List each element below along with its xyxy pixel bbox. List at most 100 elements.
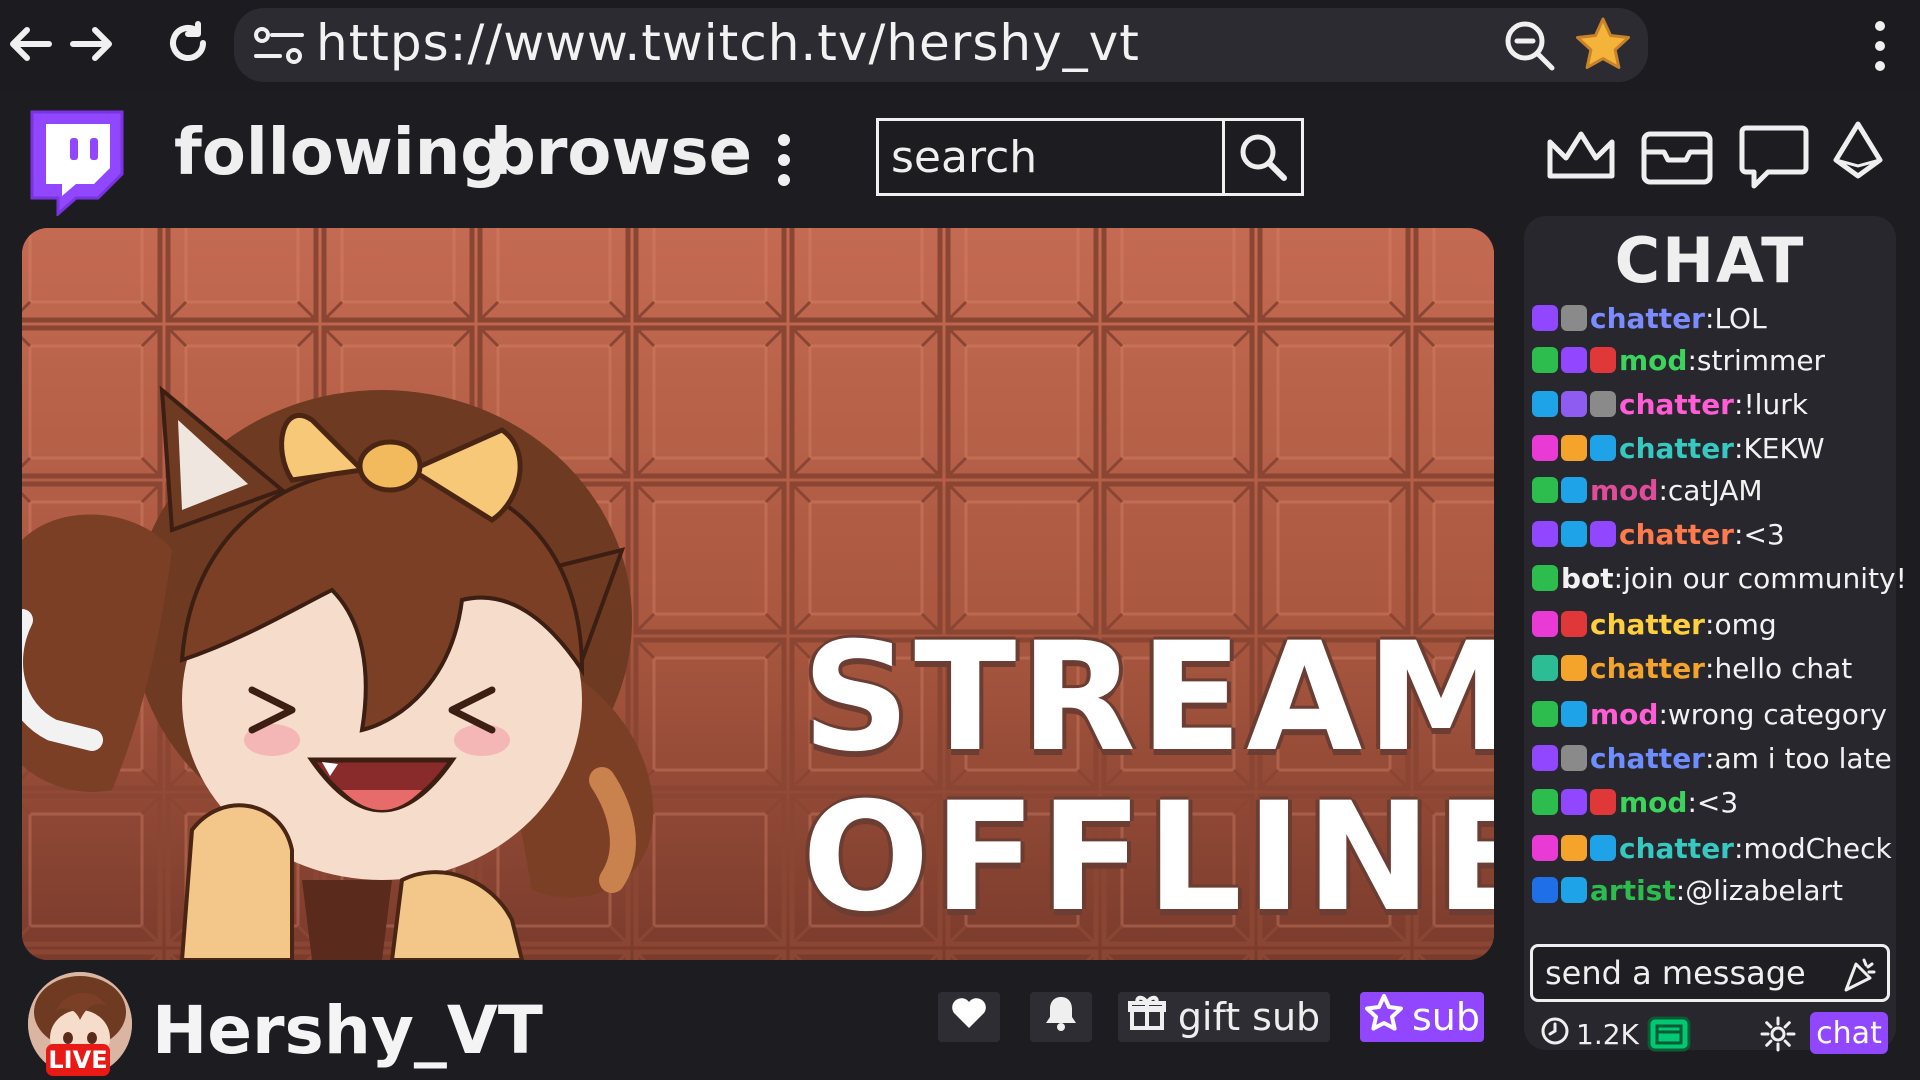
chat-message-text: <3 (1743, 517, 1785, 551)
reload-icon[interactable] (158, 14, 218, 74)
chat-username[interactable]: mod (1590, 474, 1658, 507)
chat-badge-icon[interactable] (1561, 835, 1587, 861)
chat-username[interactable]: chatter (1619, 388, 1734, 421)
bits-icon[interactable] (1830, 118, 1886, 194)
streamer-name[interactable]: Hershy_VT (152, 992, 543, 1069)
chat-badge-icon[interactable] (1561, 435, 1587, 461)
chat-message: mod: wrong category (1532, 694, 1887, 734)
subscribe-button[interactable]: sub (1360, 992, 1484, 1042)
search-icon[interactable] (1225, 121, 1301, 193)
chat-badge-icon[interactable] (1561, 789, 1587, 815)
chat-badge-icon[interactable] (1532, 877, 1558, 903)
chat-message: mod: <3 (1532, 782, 1738, 822)
chat-badge-icon[interactable] (1590, 435, 1616, 461)
bookmark-star-icon[interactable] (1572, 14, 1634, 76)
twitch-logo-icon[interactable] (18, 104, 130, 218)
chat-input[interactable] (1530, 944, 1890, 1002)
chat-badge-icon[interactable] (1532, 391, 1558, 417)
vtuber-character-illustration (22, 385, 654, 960)
chat-separator: : (1705, 651, 1715, 685)
chat-username[interactable]: mod (1590, 698, 1658, 731)
chat-badge-icon[interactable] (1532, 347, 1558, 373)
chat-username[interactable]: chatter (1619, 432, 1734, 465)
chat-badge-icon[interactable] (1561, 877, 1587, 903)
chat-message-text: hello chat (1714, 651, 1853, 685)
chat-badge-icon[interactable] (1532, 611, 1558, 637)
emote-picker-icon[interactable] (1840, 954, 1880, 994)
chat-username[interactable]: mod (1619, 344, 1687, 377)
site-settings-icon[interactable] (252, 26, 308, 66)
star-outline-icon (1364, 993, 1404, 1042)
chat-badge-icon[interactable] (1590, 521, 1616, 547)
chat-username[interactable]: chatter (1619, 832, 1734, 865)
chat-username[interactable]: chatter (1590, 302, 1705, 335)
chat-badge-icon[interactable] (1532, 477, 1558, 503)
url-text[interactable]: https://www.twitch.tv/hershy_vt (316, 14, 1140, 72)
chat-message: chatter: KEKW (1532, 428, 1825, 468)
sub-label: sub (1411, 995, 1480, 1039)
chat-separator: : (1687, 343, 1697, 377)
chat-badge-icon[interactable] (1532, 789, 1558, 815)
viewer-count-value: 1.2K (1576, 1017, 1639, 1051)
chat-badge-icon[interactable] (1590, 347, 1616, 373)
chat-send-button[interactable]: chat (1810, 1012, 1888, 1054)
chat-message: chatter: LOL (1532, 298, 1767, 338)
chat-username[interactable]: chatter (1590, 608, 1705, 641)
chat-username[interactable]: chatter (1590, 742, 1705, 775)
search-input[interactable] (879, 121, 1225, 193)
chat-badge-icon[interactable] (1561, 611, 1587, 637)
chat-message-text: join our community! (1623, 561, 1907, 595)
chat-badge-icon[interactable] (1590, 789, 1616, 815)
chat-badge-icon[interactable] (1561, 701, 1587, 727)
chat-username[interactable]: chatter (1619, 518, 1734, 551)
chat-badge-icon[interactable] (1561, 477, 1587, 503)
chat-message: bot: join our community! (1532, 558, 1907, 598)
nav-browse[interactable]: browse (490, 116, 752, 190)
chat-badge-icon[interactable] (1532, 565, 1558, 591)
chat-message: chatter: <3 (1532, 514, 1785, 554)
offline-line-1: STREAM (802, 611, 1494, 785)
chat-badge-icon[interactable] (1532, 745, 1558, 771)
chat-badge-icon[interactable] (1561, 305, 1587, 331)
notifications-button[interactable] (1030, 992, 1092, 1042)
nav-following[interactable]: following (174, 116, 506, 190)
chat-badge-icon[interactable] (1532, 655, 1558, 681)
chat-badge-icon[interactable] (1590, 835, 1616, 861)
chat-badge-icon[interactable] (1532, 435, 1558, 461)
more-menu-icon[interactable] (772, 130, 796, 190)
chat-username[interactable]: bot (1561, 562, 1614, 595)
chat-badge-icon[interactable] (1532, 835, 1558, 861)
viewer-count: 1.2K (1540, 1014, 1639, 1054)
chat-message-text: strimmer (1696, 343, 1826, 377)
chat-username[interactable]: mod (1619, 786, 1687, 819)
chat-separator: : (1705, 741, 1715, 775)
forward-icon[interactable] (62, 14, 122, 74)
chat-separator: : (1658, 697, 1668, 731)
chat-badge-icon[interactable] (1561, 521, 1587, 547)
stream-offline-banner: STREAM OFFLINE (802, 618, 1494, 938)
chat-message-text: catJAM (1667, 473, 1763, 507)
chat-message: mod: strimmer (1532, 340, 1825, 380)
whispers-icon[interactable] (1736, 118, 1814, 194)
chat-username[interactable]: artist (1590, 874, 1676, 907)
chat-settings-icon[interactable] (1760, 1016, 1796, 1052)
chat-badge-icon[interactable] (1532, 701, 1558, 727)
chat-badge-icon[interactable] (1532, 305, 1558, 331)
browser-menu-icon[interactable] (1862, 16, 1898, 76)
channel-points-icon[interactable] (1646, 1014, 1692, 1054)
chat-badge-icon[interactable] (1561, 391, 1587, 417)
gift-sub-button[interactable]: gift sub (1118, 992, 1330, 1042)
chat-badge-icon[interactable] (1561, 655, 1587, 681)
chat-badge-icon[interactable] (1590, 391, 1616, 417)
follow-button[interactable] (938, 992, 1000, 1042)
chat-badge-icon[interactable] (1532, 521, 1558, 547)
crown-icon[interactable] (1542, 118, 1620, 194)
chat-message-text: <3 (1696, 785, 1739, 819)
chat-badge-icon[interactable] (1561, 745, 1587, 771)
chat-username[interactable]: chatter (1590, 652, 1705, 685)
chat-badge-icon[interactable] (1561, 347, 1587, 373)
video-player[interactable]: STREAM OFFLINE (22, 228, 1494, 960)
inbox-icon[interactable] (1638, 118, 1716, 194)
zoom-out-icon[interactable] (1500, 16, 1560, 76)
back-icon[interactable] (0, 14, 60, 74)
